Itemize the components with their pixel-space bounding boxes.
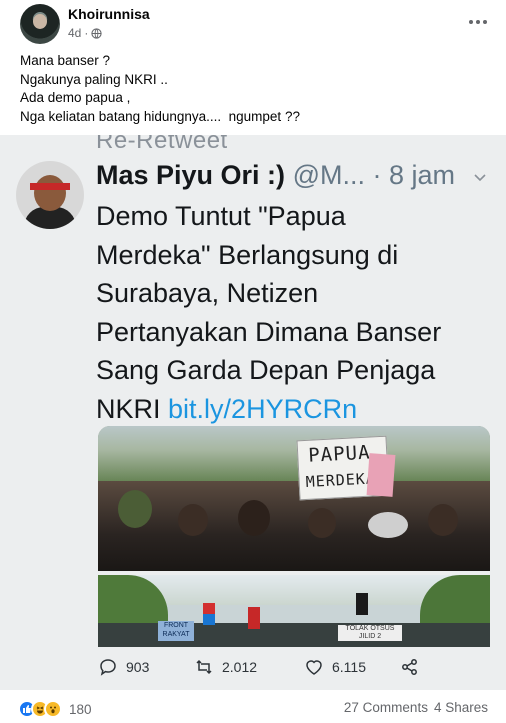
tweet-photo-top: PAPUA MERDEKA [98,426,490,571]
sign-text: PAPUA [307,441,372,467]
tweet-line: Pertanyakan Dimana Banser [96,316,442,347]
post-line: Nga keliatan batang hidungnya.... ngumpe… [20,108,300,124]
reactions-summary[interactable]: 180 [18,700,92,718]
tweet-actions: 903 2.012 6.115 [98,657,428,683]
tweet-line-prefix: NKRI [96,393,161,424]
tweet-author-name: Mas Piyu Ori :) [96,160,286,190]
reply-icon [100,659,116,676]
shares-count[interactable]: 4 Shares [434,700,488,715]
post-line: Mana banser ? [20,53,111,68]
tweet-link: bit.ly/2HYRCRn [168,393,358,424]
flag-icon [248,607,260,629]
shared-image[interactable]: Re-Retweet Mas Piyu Ori :) @M... · 8 jam… [0,135,506,690]
tweet-line: Surabaya, Netizen [96,278,319,308]
retweet-bar: Re-Retweet [96,135,228,154]
tweet-line: Merdeka" Berlangsung di [96,239,399,270]
small-banner: TOLAK OTSUS JILID 2 [338,625,402,641]
retweet-action: 2.012 [194,657,257,677]
tweet-photo-bottom: FRONT RAKYAT TOLAK OTSUS JILID 2 [98,575,490,647]
tweet-line: Demo Tuntut "Papua [96,201,346,231]
heart-icon [306,660,322,675]
tweet-avatar [16,161,84,229]
flag-icon [356,593,368,615]
sign-text: MERDEKA [305,469,377,491]
share-action [400,657,420,677]
tweet-handle: @M... [292,160,365,190]
post-text: Mana banser ? Ngakunya paling NKRI .. Ad… [20,52,490,126]
meta-separator: · [84,26,89,40]
like-count: 6.115 [332,659,366,675]
more-options-button[interactable] [466,12,490,32]
author-avatar[interactable] [20,4,60,44]
dot-icon [469,20,473,24]
reply-count: 903 [126,659,150,675]
engagement-counts: 27 Comments 4 Shares [344,700,488,715]
retweet-count: 2.012 [222,659,258,675]
retweet-icon [196,659,212,675]
post-meta: 4d · [68,26,102,40]
post-line: Ada demo papua , [20,90,131,105]
protest-sign-pink [366,453,396,497]
chevron-down-icon [474,174,486,182]
flag-icon [203,603,215,625]
dot-icon [476,20,480,24]
dot-icon [483,20,487,24]
post-header: Khoirunnisa 4d · [20,4,490,44]
share-icon [402,659,417,675]
like-action: 6.115 [304,657,366,677]
reaction-count: 180 [69,701,92,717]
small-banner: FRONT RAKYAT [158,621,194,641]
post-time[interactable]: 4d [68,26,81,40]
wow-reaction-icon [44,700,62,718]
tweet-line: Sang Garda Depan Penjaga [96,355,436,385]
tweet-body: Demo Tuntut "Papua Merdeka" Berlangsung … [96,197,496,428]
post-footer: 180 27 Comments 4 Shares [18,700,488,720]
tweet-time: · 8 jam [372,160,456,190]
post-line: Ngakunya paling NKRI .. [20,71,168,87]
globe-icon [91,27,102,39]
comments-count[interactable]: 27 Comments [344,700,428,715]
tweet-line-last: NKRI bit.ly/2HYRCRn [96,390,496,429]
author-name[interactable]: Khoirunnisa [68,6,150,22]
reply-action: 903 [98,657,149,677]
tweet-name-line: Mas Piyu Ori :) @M... · 8 jam [96,160,455,191]
